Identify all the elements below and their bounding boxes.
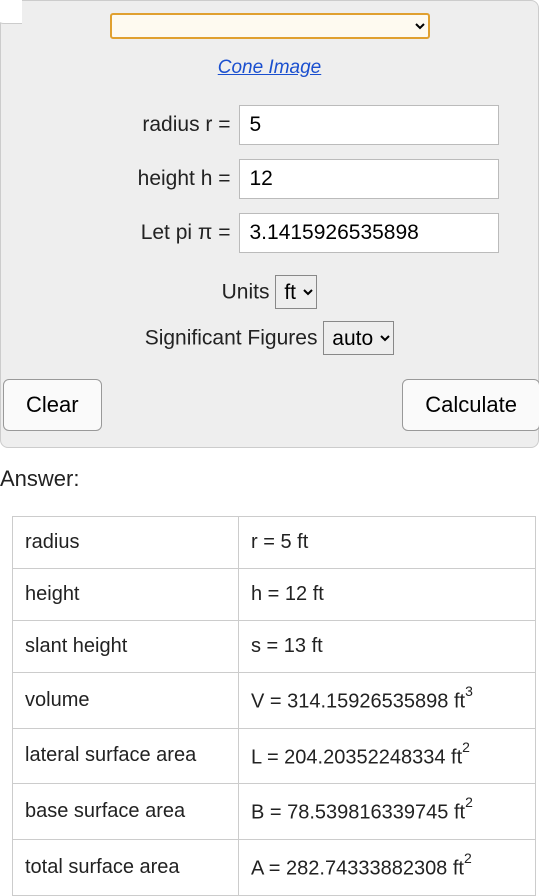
pi-label: Let pi π = <box>41 221 231 245</box>
result-value: r = 5 ft <box>239 517 536 569</box>
result-name: volume <box>13 673 239 729</box>
table-row: lateral surface areaL = 204.20352248334 … <box>13 728 536 784</box>
result-name: height <box>13 569 239 621</box>
sigfig-select[interactable]: auto <box>323 321 394 355</box>
units-select[interactable]: ft <box>275 275 317 309</box>
table-row: heighth = 12 ft <box>13 569 536 621</box>
units-label: Units <box>222 281 270 304</box>
button-row: Clear Calculate <box>5 379 534 431</box>
clear-button[interactable]: Clear <box>3 379 102 431</box>
cone-image-link[interactable]: Cone Image <box>5 57 534 79</box>
height-label: height h = <box>41 167 231 191</box>
results-table: radiusr = 5 ftheighth = 12 ftslant heigh… <box>12 516 536 896</box>
units-row: Units ft <box>5 275 534 309</box>
answer-heading: Answer: <box>0 466 539 492</box>
mode-select[interactable] <box>110 13 430 39</box>
tab-stub <box>0 0 22 24</box>
radius-label: radius r = <box>41 113 231 137</box>
calculator-panel: Cone Image radius r = height h = Let pi … <box>0 0 539 448</box>
result-value: h = 12 ft <box>239 569 536 621</box>
result-value: V = 314.15926535898 ft3 <box>239 673 536 729</box>
table-row: slant heights = 13 ft <box>13 621 536 673</box>
table-row: base surface areaB = 78.539816339745 ft2 <box>13 784 536 840</box>
height-input[interactable] <box>239 159 499 199</box>
result-value: s = 13 ft <box>239 621 536 673</box>
input-row-radius: radius r = <box>5 105 534 145</box>
table-row: volumeV = 314.15926535898 ft3 <box>13 673 536 729</box>
sigfig-label: Significant Figures <box>145 327 318 350</box>
calculate-button[interactable]: Calculate <box>402 379 539 431</box>
table-row: radiusr = 5 ft <box>13 517 536 569</box>
radius-input[interactable] <box>239 105 499 145</box>
table-row: total surface areaA = 282.74333882308 ft… <box>13 839 536 895</box>
input-row-pi: Let pi π = <box>5 213 534 253</box>
result-name: base surface area <box>13 784 239 840</box>
result-value: B = 78.539816339745 ft2 <box>239 784 536 840</box>
result-name: radius <box>13 517 239 569</box>
result-name: total surface area <box>13 839 239 895</box>
input-row-height: height h = <box>5 159 534 199</box>
result-value: A = 282.74333882308 ft2 <box>239 839 536 895</box>
result-name: slant height <box>13 621 239 673</box>
result-name: lateral surface area <box>13 728 239 784</box>
result-value: L = 204.20352248334 ft2 <box>239 728 536 784</box>
sigfig-row: Significant Figures auto <box>5 321 534 355</box>
pi-input[interactable] <box>239 213 499 253</box>
